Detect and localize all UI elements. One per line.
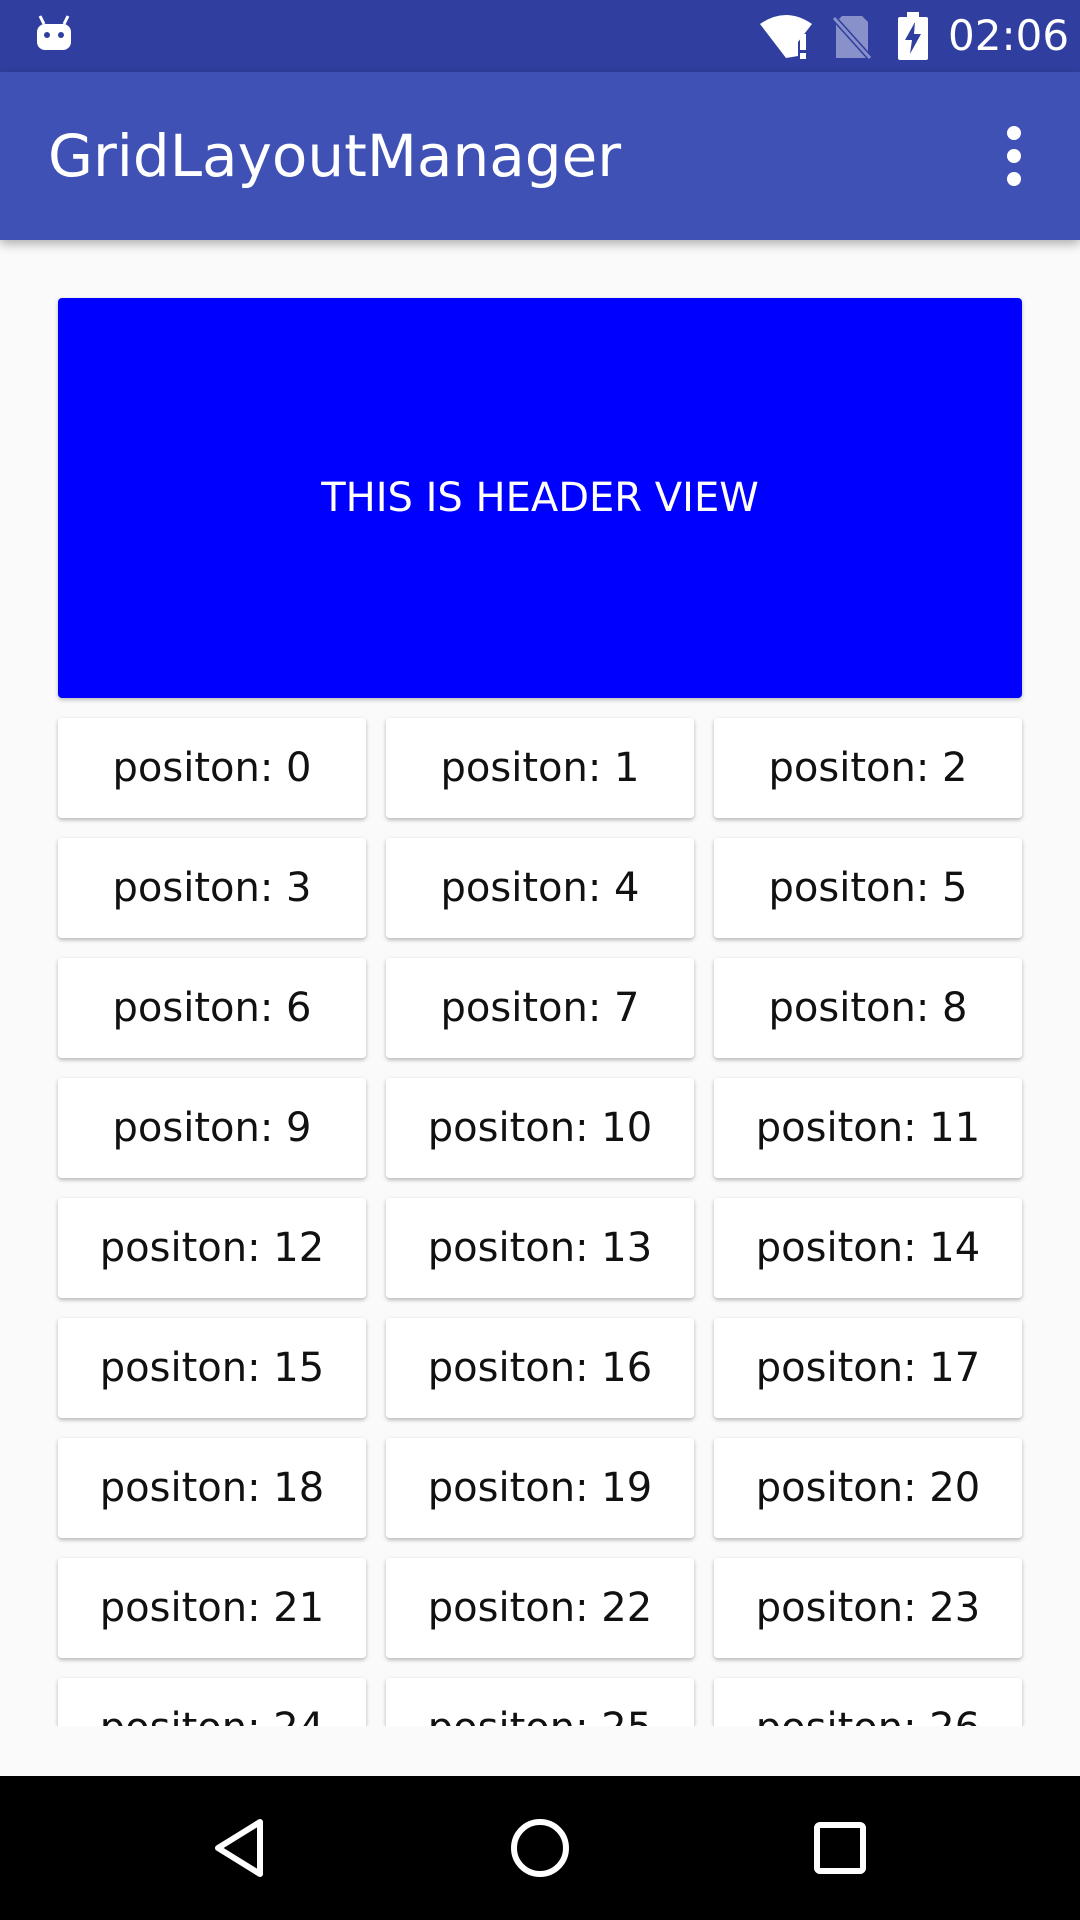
back-icon <box>215 1819 263 1877</box>
back-button[interactable] <box>190 1798 290 1898</box>
app-title: GridLayoutManager <box>48 122 622 190</box>
grid-item[interactable]: positon: 22 <box>386 1558 694 1658</box>
grid-item[interactable]: positon: 5 <box>714 838 1022 938</box>
navigation-bar <box>0 1776 1080 1920</box>
grid-item[interactable]: positon: 16 <box>386 1318 694 1418</box>
grid-item[interactable]: positon: 24 <box>58 1678 366 1726</box>
grid-item[interactable]: positon: 15 <box>58 1318 366 1418</box>
grid-item[interactable]: positon: 3 <box>58 838 366 938</box>
more-vert-icon[interactable] <box>990 126 1038 186</box>
overflow-dot <box>1007 149 1021 163</box>
battery-charging-icon <box>898 12 928 60</box>
grid-item[interactable]: positon: 20 <box>714 1438 1022 1538</box>
grid-item[interactable]: positon: 19 <box>386 1438 694 1538</box>
grid-item[interactable]: positon: 14 <box>714 1198 1022 1298</box>
grid-item[interactable]: positon: 25 <box>386 1678 694 1726</box>
app-bar: GridLayoutManager <box>0 72 1080 240</box>
grid-item[interactable]: positon: 10 <box>386 1078 694 1178</box>
grid: positon: 0 positon: 1 positon: 2 positon: 3… <box>58 718 1022 1726</box>
grid-item[interactable]: positon: 18 <box>58 1438 366 1538</box>
grid-item[interactable]: positon: 26 <box>714 1678 1022 1726</box>
home-button[interactable] <box>490 1798 590 1898</box>
home-icon <box>511 1819 569 1877</box>
overflow-dot <box>1007 172 1021 186</box>
grid-item[interactable]: positon: 6 <box>58 958 366 1058</box>
wifi-alert-icon <box>760 15 812 59</box>
recycler-view[interactable]: THIS IS HEADER VIEW positon: 0 positon: 1… <box>0 240 1080 1726</box>
grid-item[interactable]: positon: 23 <box>714 1558 1022 1658</box>
grid-item[interactable]: positon: 7 <box>386 958 694 1058</box>
grid-item[interactable]: positon: 9 <box>58 1078 366 1178</box>
grid-item[interactable]: positon: 4 <box>386 838 694 938</box>
grid-item[interactable]: positon: 8 <box>714 958 1022 1058</box>
grid-item[interactable]: positon: 1 <box>386 718 694 818</box>
grid-item[interactable]: positon: 0 <box>58 718 366 818</box>
overflow-dot <box>1007 126 1021 140</box>
header-view[interactable]: THIS IS HEADER VIEW <box>58 298 1022 698</box>
screen: 02:06 GridLayoutManager THIS IS HEADER V… <box>0 0 1080 1920</box>
status-bar: 02:06 <box>0 0 1080 72</box>
grid-item[interactable]: positon: 2 <box>714 718 1022 818</box>
android-icon <box>37 15 71 50</box>
grid-item[interactable]: positon: 21 <box>58 1558 366 1658</box>
status-clock: 02:06 <box>948 11 1070 60</box>
grid-item[interactable]: positon: 17 <box>714 1318 1022 1418</box>
grid-item[interactable]: positon: 12 <box>58 1198 366 1298</box>
recents-icon <box>814 1822 866 1874</box>
recents-button[interactable] <box>790 1798 890 1898</box>
grid-item[interactable]: positon: 13 <box>386 1198 694 1298</box>
no-sim-icon <box>832 15 872 60</box>
grid-item[interactable]: positon: 11 <box>714 1078 1022 1178</box>
header-view-label: THIS IS HEADER VIEW <box>321 475 759 521</box>
